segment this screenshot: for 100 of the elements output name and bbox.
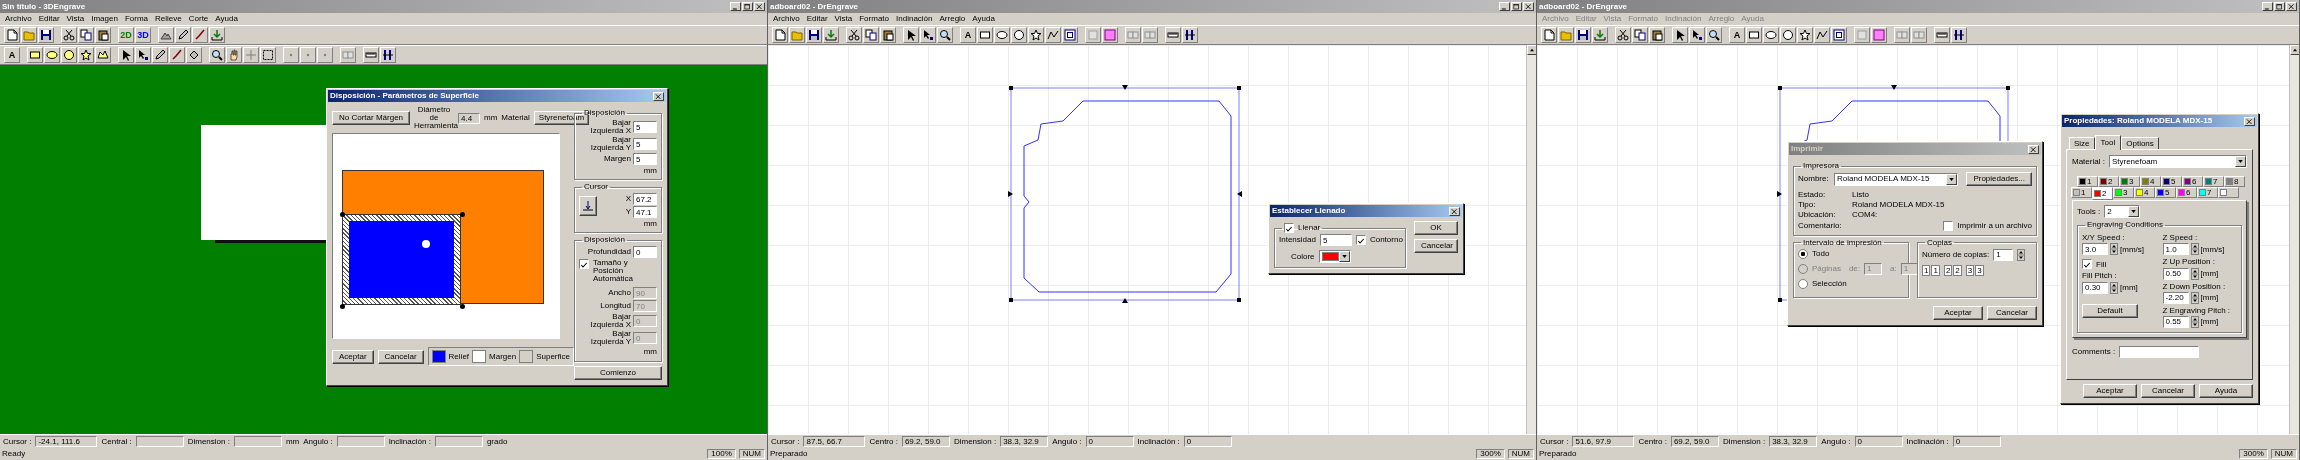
- folder-icon[interactable]: [1558, 27, 1574, 43]
- dialog-button[interactable]: Aceptar: [2083, 383, 2137, 398]
- text-field[interactable]: 5: [633, 153, 657, 165]
- brush-icon[interactable]: [169, 47, 185, 63]
- ruler-icon[interactable]: [363, 47, 379, 63]
- shape-outline[interactable]: [1023, 100, 1232, 293]
- scroll-up-icon[interactable]: [2290, 45, 2299, 55]
- color-picker[interactable]: [1318, 250, 1351, 263]
- tab[interactable]: Tool: [2094, 135, 2122, 151]
- tool-button[interactable]: A: [4, 47, 20, 63]
- freeform-shape-icon[interactable]: [95, 47, 111, 63]
- dialog-button[interactable]: Aceptar: [1933, 305, 1983, 320]
- pen-tab[interactable]: 5: [2155, 187, 2176, 199]
- filled-square-icon[interactable]: [1102, 27, 1118, 43]
- pen-tab[interactable]: 2: [2092, 187, 2113, 201]
- rectangle-icon[interactable]: [977, 27, 993, 43]
- menu-item[interactable]: Corte: [188, 14, 209, 24]
- rectangle-icon[interactable]: [1746, 27, 1762, 43]
- checkbox[interactable]: [1284, 223, 1294, 233]
- frame-icon[interactable]: [1062, 27, 1078, 43]
- align-boxes-icon[interactable]: [1894, 27, 1910, 43]
- scissors-icon[interactable]: [846, 27, 862, 43]
- dialog-button[interactable]: Ayuda: [2199, 383, 2253, 398]
- menu-item[interactable]: Forma: [124, 14, 149, 24]
- text-field[interactable]: 0.30: [2082, 281, 2108, 294]
- material-select[interactable]: Styrenefoam: [2108, 155, 2247, 169]
- default-button[interactable]: Default: [2082, 303, 2138, 318]
- floppy-disk-icon[interactable]: [806, 27, 822, 43]
- pen-tab[interactable]: 6: [2182, 176, 2203, 188]
- text-field[interactable]: 3.0: [2082, 243, 2108, 256]
- node-pointer-icon[interactable]: [1689, 27, 1705, 43]
- dialog-button[interactable]: OK: [1414, 221, 1458, 235]
- restore-icon[interactable]: [1511, 2, 1522, 11]
- spin-button[interactable]: [2190, 291, 2199, 304]
- tools-select[interactable]: 2: [2104, 205, 2141, 219]
- checkbox[interactable]: [1943, 220, 1954, 231]
- ruler-icon[interactable]: [1165, 27, 1181, 43]
- close-icon[interactable]: [2244, 116, 2255, 126]
- radio-button[interactable]: [1798, 248, 1808, 259]
- menu-item[interactable]: Editar: [38, 14, 60, 24]
- spin-button[interactable]: [2110, 243, 2118, 256]
- magnifier-icon[interactable]: [209, 47, 225, 63]
- frame-icon[interactable]: [1831, 27, 1847, 43]
- pointer-icon[interactable]: [903, 27, 919, 43]
- new-page-icon[interactable]: [4, 27, 20, 43]
- align-boxes-icon[interactable]: [1142, 27, 1158, 43]
- menu-item[interactable]: Archivo: [773, 14, 800, 24]
- text-field[interactable]: 5: [633, 121, 657, 133]
- menu-item[interactable]: Formato: [859, 14, 890, 24]
- minimize-icon[interactable]: [2262, 2, 2273, 11]
- new-page-icon[interactable]: [772, 27, 788, 43]
- scroll-up-icon[interactable]: [1527, 45, 1536, 55]
- menu-item[interactable]: Archivo: [5, 14, 32, 24]
- menu-item[interactable]: Ayuda: [215, 14, 238, 24]
- brush-icon[interactable]: [192, 27, 208, 43]
- new-page-icon[interactable]: [1541, 27, 1557, 43]
- polyline-icon[interactable]: [1814, 27, 1830, 43]
- circle-icon[interactable]: [1780, 27, 1796, 43]
- properties-button[interactable]: Propiedades...: [1966, 172, 2032, 186]
- pen-tab[interactable]: 6: [2176, 187, 2197, 199]
- floppy-disk-icon[interactable]: [38, 27, 54, 43]
- hand-icon[interactable]: [226, 47, 242, 63]
- clipboard-icon[interactable]: [880, 27, 896, 43]
- text-field[interactable]: 5: [633, 138, 657, 150]
- dialog-button[interactable]: Cancelar: [1987, 305, 2037, 320]
- folder-icon[interactable]: [21, 27, 37, 43]
- dialog-button[interactable]: Aceptar: [332, 349, 374, 364]
- selection-frame[interactable]: [1008, 85, 1242, 303]
- minimize-icon[interactable]: [730, 2, 741, 11]
- pen-tab[interactable]: 3: [2113, 187, 2134, 199]
- star-icon[interactable]: [1028, 27, 1044, 43]
- margin-toggle-button[interactable]: No Cortar Márgen: [332, 111, 411, 125]
- polyline-icon[interactable]: [1045, 27, 1061, 43]
- align-boxes-icon[interactable]: [1911, 27, 1927, 43]
- menu-item[interactable]: Vista: [66, 14, 85, 24]
- pen-tab[interactable]: 8: [2224, 176, 2245, 188]
- copy-icon[interactable]: [863, 27, 879, 43]
- corner-handle[interactable]: [460, 212, 465, 217]
- scissors-icon[interactable]: [61, 27, 77, 43]
- node-pointer-icon[interactable]: [135, 47, 151, 63]
- cursor-dot[interactable]: [422, 240, 430, 248]
- tab[interactable]: Size: [2069, 137, 2095, 150]
- menu-item[interactable]: Arreglo: [939, 14, 966, 24]
- column-bars-icon[interactable]: [380, 47, 396, 63]
- scissors-icon[interactable]: [1615, 27, 1631, 43]
- printer-select[interactable]: Roland MODELA MDX-15: [1834, 172, 1959, 186]
- tool-button[interactable]: A: [1729, 27, 1745, 43]
- circle-icon[interactable]: [1011, 27, 1027, 43]
- pen-tab[interactable]: 4: [2134, 187, 2155, 199]
- close-icon[interactable]: [653, 91, 664, 101]
- checkbox[interactable]: [579, 259, 589, 270]
- spin-button[interactable]: [2190, 267, 2199, 280]
- close-icon[interactable]: [2028, 144, 2039, 154]
- radio-button[interactable]: [1798, 278, 1808, 289]
- spin-button[interactable]: [2017, 248, 2026, 261]
- menu-item[interactable]: Editar: [806, 14, 828, 24]
- pen-tab[interactable]: 1: [2077, 176, 2098, 188]
- text-field[interactable]: 0.55: [2162, 315, 2189, 328]
- dashed-frame-icon[interactable]: [260, 47, 276, 63]
- node-pointer-icon[interactable]: [920, 27, 936, 43]
